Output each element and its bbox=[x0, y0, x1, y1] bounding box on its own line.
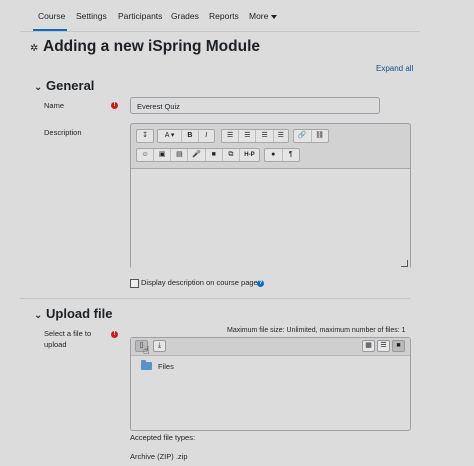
toolbar-group: ☰ ☰ ☰ ☰ bbox=[221, 129, 289, 143]
secondary-navigation: Course Settings Participants Grades Repo… bbox=[0, 0, 474, 32]
file-manager-toolbar: ▯ ⤓ ▦ ☰ ■ ☝ bbox=[131, 338, 410, 357]
manage-files-icon[interactable]: ⧉ bbox=[223, 149, 240, 161]
paragraph-style-button[interactable]: A ▾ bbox=[158, 130, 183, 142]
nav-divider bbox=[20, 31, 420, 32]
emoji-icon[interactable]: ☺ bbox=[137, 149, 155, 161]
html-view-icon[interactable]: ¶ bbox=[283, 149, 300, 161]
resize-handle-icon[interactable] bbox=[401, 260, 408, 267]
upload-section-header[interactable]: ⌄ Upload file bbox=[34, 306, 112, 321]
indent-button[interactable]: ☰ bbox=[274, 130, 288, 142]
tab-more[interactable]: More bbox=[249, 11, 278, 21]
select-file-label-line2: upload bbox=[44, 340, 67, 349]
mouse-cursor-icon: ☝ bbox=[143, 345, 150, 357]
tab-grades[interactable]: Grades bbox=[171, 11, 199, 21]
italic-button[interactable]: I bbox=[199, 130, 214, 142]
ordered-list-button[interactable]: ☰ bbox=[239, 130, 257, 142]
collapse-toolbar-button[interactable]: ↧ bbox=[137, 130, 153, 142]
toolbar-group: A ▾ B I bbox=[157, 129, 215, 143]
folder-label[interactable]: Files bbox=[158, 362, 174, 372]
tab-reports[interactable]: Reports bbox=[209, 11, 239, 21]
tab-settings[interactable]: Settings bbox=[76, 11, 107, 21]
unordered-list-button[interactable]: ☰ bbox=[222, 130, 240, 142]
record-video-icon[interactable]: ■ bbox=[206, 149, 223, 161]
chevron-down-icon: ⌄ bbox=[34, 82, 43, 93]
unlink-icon[interactable]: ⛓ bbox=[312, 130, 329, 142]
tab-more-label: More bbox=[249, 11, 269, 21]
max-file-size-text: Maximum file size: Unlimited, maximum nu… bbox=[227, 327, 406, 334]
record-audio-icon[interactable]: 🎤 bbox=[188, 149, 206, 161]
page-title-text: Adding a new iSpring Module bbox=[43, 38, 260, 55]
grid-view-icon[interactable]: ▦ bbox=[362, 340, 375, 352]
accessibility-checker-icon[interactable]: ● bbox=[265, 149, 283, 161]
outdent-button[interactable]: ☰ bbox=[256, 130, 274, 142]
display-description-label: Display description on course page bbox=[141, 278, 258, 287]
description-textarea[interactable] bbox=[131, 168, 410, 269]
name-label: Name bbox=[44, 101, 65, 110]
chevron-down-icon bbox=[271, 14, 278, 19]
media-icon[interactable]: ▤ bbox=[171, 149, 189, 161]
general-heading: General bbox=[46, 78, 95, 93]
h5p-button[interactable]: H-P bbox=[240, 149, 259, 161]
select-file-label-line1: Select a file to bbox=[44, 329, 92, 338]
accepted-types-label: Accepted file types: bbox=[130, 433, 196, 442]
download-icon[interactable]: ⤓ bbox=[153, 340, 166, 352]
chevron-down-icon: ⌄ bbox=[34, 310, 43, 321]
bold-button[interactable]: B bbox=[182, 130, 199, 142]
page-title: ✲ Adding a new iSpring Module bbox=[30, 38, 260, 56]
tab-course[interactable]: Course bbox=[38, 11, 65, 21]
expand-all-link[interactable]: Expand all bbox=[376, 64, 413, 73]
list-view-icon[interactable]: ☰ bbox=[377, 340, 390, 352]
section-divider bbox=[20, 298, 410, 299]
required-icon: ! bbox=[111, 102, 118, 109]
toolbar-group: 🔗 ⛓ bbox=[293, 129, 329, 143]
description-label: Description bbox=[44, 128, 82, 137]
file-manager[interactable]: ▯ ⤓ ▦ ☰ ■ ☝ Files bbox=[130, 337, 411, 431]
display-description-checkbox[interactable] bbox=[130, 279, 139, 288]
gear-icon: ✲ bbox=[30, 43, 39, 54]
help-icon[interactable]: ? bbox=[257, 280, 264, 287]
tab-participants[interactable]: Participants bbox=[118, 11, 162, 21]
image-icon[interactable]: ▣ bbox=[154, 149, 172, 161]
name-field[interactable]: Everest Quiz bbox=[130, 97, 380, 114]
tree-view-icon[interactable]: ■ bbox=[392, 340, 405, 352]
description-editor[interactable]: ↧ A ▾ B I ☰ ☰ ☰ ☰ 🔗 ⛓ ☺ ▣ ▤ 🎤 ■ ⧉ H-P ● … bbox=[130, 123, 411, 269]
accepted-type-zip: Archive (ZIP) .zip bbox=[130, 452, 188, 461]
toolbar-group: ● ¶ bbox=[264, 148, 300, 162]
toolbar-group: ☺ ▣ ▤ 🎤 ■ ⧉ H-P bbox=[136, 148, 260, 162]
general-section-header[interactable]: ⌄ General bbox=[34, 78, 94, 93]
toolbar-group: ↧ bbox=[136, 129, 154, 143]
upload-heading: Upload file bbox=[46, 306, 113, 321]
link-icon[interactable]: 🔗 bbox=[294, 130, 312, 142]
folder-icon[interactable] bbox=[141, 360, 152, 370]
required-icon: ! bbox=[111, 331, 118, 338]
